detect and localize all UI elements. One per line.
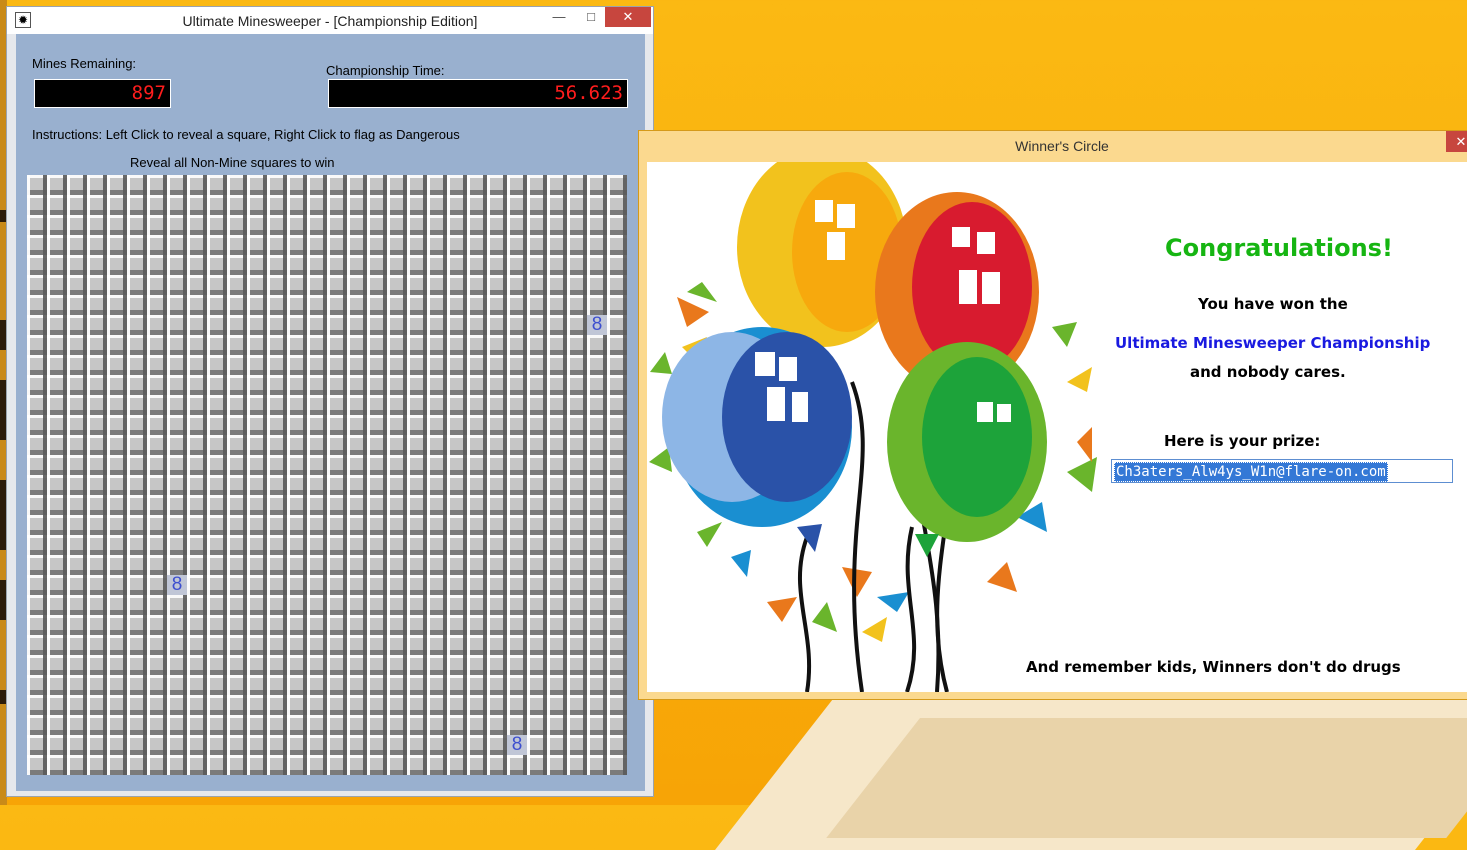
mine-icon[interactable]: ✹ <box>15 12 31 28</box>
prize-value[interactable]: Ch3aters_Alw4ys_W1n@flare-on.com <box>1114 462 1388 482</box>
minimize-button[interactable]: — <box>548 7 570 27</box>
close-button[interactable]: ✕ <box>605 7 651 27</box>
winners-titlebar[interactable]: Winner's Circle ✕ <box>639 131 1467 161</box>
winners-title: Winner's Circle <box>1015 138 1109 154</box>
goal-text: Reveal all Non-Mine squares to win <box>130 155 335 170</box>
mine-field-grid[interactable]: 8 8 8 <box>27 175 627 775</box>
won-text: You have won the <box>1198 295 1348 313</box>
prize-field[interactable]: Ch3aters_Alw4ys_W1n@flare-on.com <box>1111 459 1453 483</box>
nobody-cares-text: and nobody cares. <box>1190 363 1346 381</box>
instructions-text: Instructions: Left Click to reveal a squ… <box>32 127 460 142</box>
balloons-image <box>649 162 1097 692</box>
maximize-button[interactable]: □ <box>579 7 603 27</box>
mines-remaining-counter: 897 <box>34 79 171 108</box>
desktop-shape <box>826 718 1467 838</box>
championship-text: Ultimate Minesweeper Championship <box>1115 334 1431 352</box>
winners-client: Congratulations! You have won the Ultima… <box>647 162 1467 692</box>
window-title: Ultimate Minesweeper - [Championship Edi… <box>182 13 478 29</box>
winners-circle-window: Winner's Circle ✕ Congratulations! You h… <box>638 130 1467 700</box>
prize-label: Here is your prize: <box>1164 432 1321 450</box>
championship-time-label: Championship Time: <box>326 63 445 78</box>
revealed-cell[interactable]: 8 <box>167 575 187 595</box>
minesweeper-titlebar[interactable]: ✹ Ultimate Minesweeper - [Championship E… <box>7 7 653 34</box>
revealed-cell[interactable]: 8 <box>587 315 607 335</box>
close-button[interactable]: ✕ <box>1446 131 1467 152</box>
championship-timer: 56.623 <box>328 79 628 108</box>
congratulations-heading: Congratulations! <box>1165 234 1393 262</box>
mines-remaining-label: Mines Remaining: <box>32 56 137 71</box>
revealed-cell[interactable]: 8 <box>507 735 527 755</box>
footer-text: And remember kids, Winners don't do drug… <box>1026 658 1401 676</box>
minesweeper-window: ✹ Ultimate Minesweeper - [Championship E… <box>6 6 654 797</box>
